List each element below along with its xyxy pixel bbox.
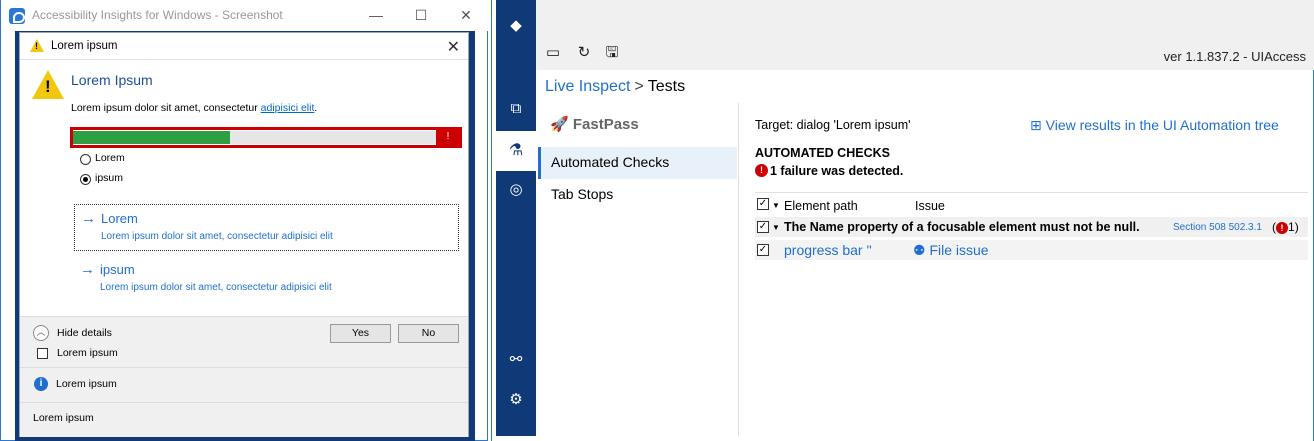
dialog-text: Lorem ipsum dolor sit amet, consectetur … [71, 102, 317, 114]
dialog-text-period: . [314, 102, 318, 114]
checkbox[interactable] [37, 348, 48, 359]
dialog-link[interactable]: adipisici elit [261, 102, 315, 114]
sidebar-item-tab-stops[interactable]: Tab Stops [551, 186, 613, 202]
command-link-title: ipsum [100, 262, 135, 277]
target-label: Target: dialog 'Lorem ipsum' [755, 118, 911, 132]
column-element-path[interactable]: Element path [784, 199, 858, 213]
breadcrumb: Live Inspect > Tests [545, 78, 685, 96]
radio-ipsum-label: ipsum [95, 172, 124, 184]
radio-lorem-label: Lorem [95, 152, 125, 164]
rule-description: The Name property of a focusable element… [784, 220, 1140, 234]
rule-checkbox[interactable]: ✓ [757, 221, 769, 233]
screenshot-viewer-window: Accessibility Insights for Windows - Scr… [0, 0, 489, 441]
element-checkbox[interactable]: ✓ [757, 244, 769, 256]
divider [20, 402, 468, 403]
nav-test-item[interactable]: ⚗ [496, 131, 536, 171]
tree-icon: ⊞ [1030, 117, 1042, 133]
rule-group-row[interactable]: ✓ ▼ The Name property of a focusable ele… [755, 217, 1308, 237]
footer-text: Lorem ipsum [33, 412, 94, 424]
dialog-heading: Lorem Ipsum [71, 72, 153, 88]
breadcrumb-live-inspect[interactable]: Live Inspect [545, 78, 630, 95]
screen-capture-icon[interactable]: ▭ [544, 44, 562, 62]
bug-icon: ⚉ [913, 242, 926, 258]
version-label: ver 1.1.837.2 - UIAccess [1163, 49, 1306, 64]
divider [20, 367, 468, 368]
select-all-checkbox[interactable]: ✓ [757, 198, 769, 210]
close-button[interactable]: ✕ [451, 6, 481, 26]
file-issue-button[interactable]: ⚉ File issue [913, 242, 989, 259]
breadcrumb-separator: > [634, 78, 644, 95]
viewer-title: Accessibility Insights for Windows - Scr… [32, 8, 283, 22]
nav-settings-gear-icon[interactable]: ⚙ [496, 390, 536, 408]
captured-dialog: Lorem ipsum ✕ Lorem Ipsum Lorem ipsum do… [19, 32, 469, 437]
progress-bar [73, 131, 439, 144]
nav-inspect-icon[interactable]: ⧉ [496, 100, 536, 117]
maximize-button[interactable]: ☐ [406, 6, 436, 26]
rocket-icon: 🚀 [550, 116, 569, 133]
arrow-right-icon: → [80, 261, 95, 278]
collapse-icon[interactable]: ▼ [772, 223, 780, 232]
automated-checks-heading: AUTOMATED CHECKS [755, 146, 890, 160]
refresh-icon[interactable]: ↻ [575, 44, 593, 62]
element-path-link[interactable]: progress bar '' [784, 242, 872, 258]
breadcrumb-tests: Tests [647, 78, 686, 95]
error-marker: ! [436, 127, 460, 148]
arrow-right-icon: → [81, 210, 96, 227]
progress-bar-error-highlight: ! [70, 127, 462, 148]
chevron-up-icon[interactable]: ︿ [33, 325, 49, 341]
no-button[interactable]: No [398, 324, 459, 343]
failure-summary: 1 failure was detected. [770, 164, 904, 178]
hide-details-label[interactable]: Hide details [57, 327, 112, 339]
fastpass-label: FastPass [572, 116, 639, 133]
sidebar-item-automated-checks[interactable]: Automated Checks [551, 154, 669, 170]
left-nav-bar: ◆ ⧉ ⚗ ◎ ⚯ ⚙ [496, 0, 536, 436]
yes-button[interactable]: Yes [330, 324, 391, 343]
test-sidebar: 🚀 FastPass Automated Checks Tab Stops [536, 103, 739, 436]
rule-count-value: 1 [1288, 220, 1295, 234]
accessibility-insights-window: ◆ ⧉ ⚗ ◎ ⚯ ⚙ ▭ ↻ 🖫 ver 1.1.837.2 - UIAcce… [491, 0, 1314, 441]
error-icon: ! [755, 164, 768, 177]
flask-icon: ⚗ [508, 142, 524, 159]
nav-color-contrast-icon[interactable]: ◎ [496, 180, 536, 198]
warning-icon [30, 39, 44, 52]
file-issue-label: File issue [929, 242, 989, 258]
command-link-lorem[interactable]: → Lorem Lorem ipsum dolor sit amet, cons… [74, 204, 459, 251]
fastpass-header: 🚀 FastPass [550, 115, 639, 133]
element-row[interactable]: ✓ progress bar '' ⚉ File issue [755, 240, 1308, 260]
dialog-title: Lorem ipsum [51, 40, 118, 52]
dialog-footer: ︿ Hide details Yes No Lorem ipsum i Lore… [20, 316, 468, 437]
warning-large-icon [32, 70, 64, 99]
radio-ipsum[interactable] [80, 174, 91, 185]
toolbar: ▭ ↻ 🖫 ver 1.1.837.2 - UIAccess [536, 0, 1314, 70]
results-header: ✓ ▼ Element path Issue [755, 192, 1308, 214]
progress-bar-fill [73, 131, 231, 144]
info-text: Lorem ipsum [56, 378, 117, 390]
dialog-text-body: Lorem ipsum dolor sit amet, consectetur [71, 102, 258, 114]
view-results-link[interactable]: ⊞ View results in the UI Automation tree [1030, 117, 1279, 134]
command-link-title: Lorem [101, 211, 138, 226]
dialog-close-icon[interactable]: ✕ [447, 37, 460, 57]
rule-count: (! 1) [1272, 220, 1299, 234]
radio-lorem[interactable] [80, 154, 91, 165]
save-icon[interactable]: 🖫 [603, 44, 621, 62]
command-link-description: Lorem ipsum dolor sit amet, consectetur … [100, 282, 332, 293]
checkbox-label: Lorem ipsum [57, 347, 118, 359]
column-issue[interactable]: Issue [915, 199, 945, 213]
view-results-label: View results in the UI Automation tree [1045, 117, 1279, 133]
accessibility-insights-logo-icon [9, 8, 25, 24]
command-link-description: Lorem ipsum dolor sit amet, consectetur … [101, 231, 333, 242]
viewer-titlebar: Accessibility Insights for Windows - Scr… [1, 0, 489, 31]
command-link-ipsum[interactable]: → ipsum Lorem ipsum dolor sit amet, cons… [74, 256, 459, 303]
error-count-icon: ! [1276, 222, 1288, 234]
rule-standard-link[interactable]: Section 508 502.3.1 [1173, 222, 1262, 233]
automated-checks-panel: Target: dialog 'Lorem ipsum' ⊞ View resu… [740, 103, 1310, 436]
app-logo-icon: ◆ [510, 17, 522, 34]
dialog-titlebar: Lorem ipsum ✕ [20, 33, 468, 60]
collapse-icon[interactable]: ▼ [772, 201, 780, 210]
minimize-button[interactable]: — [361, 6, 391, 26]
nav-connection-icon[interactable]: ⚯ [496, 350, 536, 368]
info-icon: i [34, 377, 48, 391]
